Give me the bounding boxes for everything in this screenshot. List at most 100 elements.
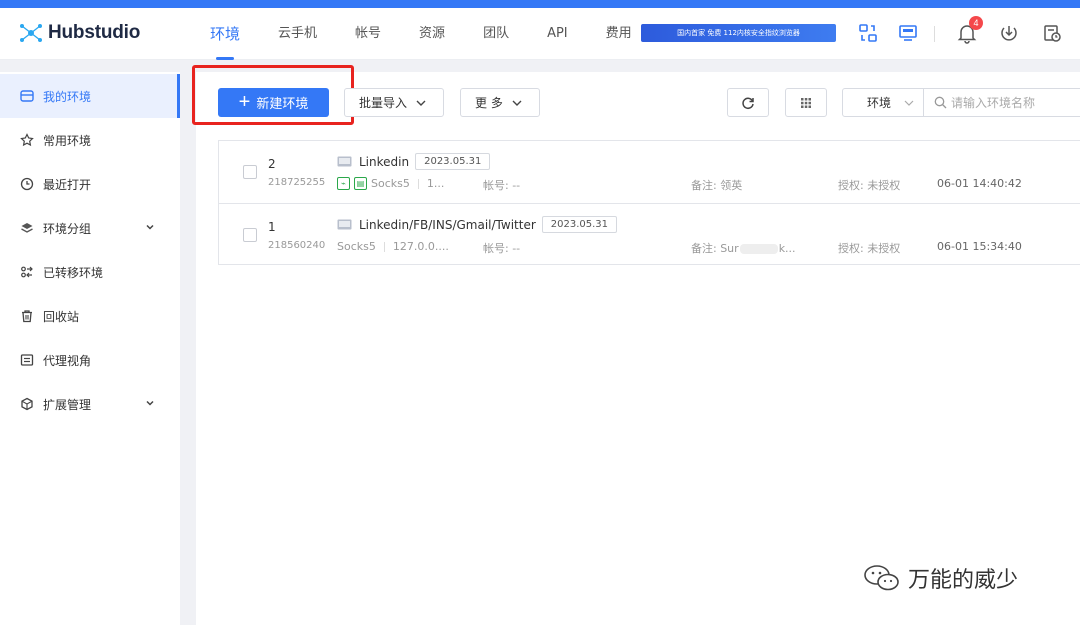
layers-icon	[21, 223, 33, 233]
grid-view-button[interactable]	[785, 88, 827, 117]
env-name-text[interactable]: Linkedin/FB/INS/Gmail/Twitter	[359, 218, 536, 232]
sidebar-item-label: 回收站	[43, 309, 80, 324]
browser-window-icon	[20, 90, 34, 102]
nav-api[interactable]: API	[547, 8, 568, 60]
refresh-button[interactable]	[727, 88, 769, 117]
date-tag: 2023.05.31	[541, 216, 618, 233]
wechat-icon	[864, 565, 899, 591]
app-header: Hubstudio 环境 云手机 帐号 资源 团队 API 费用 国内首家 免费…	[0, 8, 1080, 60]
chevron-down-icon[interactable]	[145, 398, 155, 408]
environment-list: 2 218725255 Linkedin 2023.05.31 ⌁ ▤ Sock…	[218, 140, 1080, 265]
sidebar-item-label: 我的环境	[43, 89, 92, 104]
sidebar-item-label: 扩展管理	[43, 397, 92, 412]
sidebar-item-label: 最近打开	[43, 177, 92, 192]
refresh-icon	[742, 97, 754, 109]
window-top-strip	[0, 0, 1080, 8]
row-checkbox[interactable]	[243, 228, 257, 242]
sidebar-item-groups[interactable]: 环境分组	[0, 206, 180, 250]
row-proxy: ⌁ ▤ Socks5 1...	[337, 177, 444, 190]
chevron-down-icon	[416, 100, 426, 106]
row-auth: 授权: 未授权	[838, 242, 901, 255]
schedule-icon[interactable]	[1041, 22, 1063, 44]
row-env-name: Linkedin 2023.05.31	[337, 153, 491, 170]
proxy-type: Socks5	[337, 240, 376, 253]
tag-icon: ▤	[354, 177, 367, 190]
sidebar-item-extensions[interactable]: 扩展管理	[0, 382, 180, 426]
nav-account[interactable]: 帐号	[355, 8, 381, 60]
sidebar-item-transferred[interactable]: 已转移环境	[0, 250, 180, 294]
sidebar-item-favorites[interactable]: 常用环境	[0, 118, 180, 162]
table-row[interactable]: 2 218725255 Linkedin 2023.05.31 ⌁ ▤ Sock…	[219, 141, 1080, 203]
hub-logo-icon	[20, 24, 42, 42]
plus-icon: +	[238, 90, 251, 113]
proxy-host: 1...	[426, 177, 445, 190]
clock-icon	[20, 177, 34, 191]
separator	[417, 178, 419, 189]
app-logo[interactable]: Hubstudio	[18, 22, 140, 44]
batch-import-label: 批量导入	[359, 96, 408, 110]
sidebar-item-my-environments[interactable]: 我的环境	[0, 74, 180, 118]
new-environment-button[interactable]: + 新建环境	[218, 88, 329, 117]
row-account: 帐号: --	[483, 242, 521, 255]
proxy-host: 127.0.0....	[392, 240, 449, 253]
top-nav: 环境 云手机 帐号 资源 团队 API 费用	[210, 8, 670, 60]
sidebar-item-label: 已转移环境	[43, 265, 104, 280]
row-remark: 备注: 领英	[691, 179, 743, 192]
grid-icon	[801, 97, 811, 108]
promo-banner[interactable]: 国内首家 免费 112内核安全指纹浏览器	[641, 24, 836, 42]
more-button[interactable]: 更 多	[460, 88, 540, 117]
chevron-down-icon[interactable]	[145, 222, 155, 232]
sidebar-item-trash[interactable]: 回收站	[0, 294, 180, 338]
notification-badge: 4	[969, 16, 983, 30]
row-time: 06-01 15:34:40	[937, 240, 1022, 253]
app-name: Hubstudio	[48, 22, 141, 43]
sidebar-item-label: 常用环境	[43, 133, 92, 148]
watermark-text: 万能的威少	[908, 568, 1019, 593]
sidebar-item-proxy-view[interactable]: 代理视角	[0, 338, 180, 382]
nav-environment[interactable]: 环境	[210, 8, 240, 60]
search-scope-select[interactable]: 环境	[843, 89, 924, 116]
more-label: 更 多	[475, 96, 503, 110]
nav-team[interactable]: 团队	[483, 8, 509, 60]
row-remark: 备注: Sur k...	[691, 242, 796, 255]
sidebar-item-recent[interactable]: 最近打开	[0, 162, 180, 206]
row-seq: 1	[268, 220, 276, 234]
nav-resources[interactable]: 资源	[419, 8, 445, 60]
sidebar: 我的环境 常用环境 最近打开 环境分组 已转移环境 回收站 代理视角 扩展管理	[0, 72, 180, 625]
row-env-name: Linkedin/FB/INS/Gmail/Twitter 2023.05.31	[337, 216, 618, 233]
transfer-icon	[21, 266, 33, 278]
header-divider	[934, 26, 935, 42]
remark-text: 领英	[720, 179, 743, 192]
search-input[interactable]	[951, 89, 1080, 116]
row-time: 06-01 14:40:42	[937, 177, 1022, 190]
trash-icon	[22, 310, 32, 323]
search-group: 环境	[842, 88, 1080, 117]
separator	[383, 241, 385, 252]
monitor-icon[interactable]	[897, 22, 919, 44]
switch-env-icon[interactable]	[857, 22, 879, 44]
env-name-text[interactable]: Linkedin	[359, 155, 409, 169]
link-icon: ⌁	[337, 177, 350, 190]
row-proxy: Socks5 127.0.0....	[337, 240, 449, 253]
nav-billing[interactable]: 费用	[606, 8, 632, 60]
batch-import-button[interactable]: 批量导入	[344, 88, 444, 117]
download-icon[interactable]	[998, 22, 1020, 44]
nav-cloud-phone[interactable]: 云手机	[278, 8, 317, 60]
row-account: 帐号: --	[483, 179, 521, 192]
browser-profile-icon	[337, 156, 352, 167]
extension-icon	[21, 397, 33, 411]
chevron-down-icon	[512, 100, 522, 106]
browser-profile-icon	[337, 219, 352, 230]
proxy-icon	[20, 354, 34, 366]
row-checkbox[interactable]	[243, 165, 257, 179]
proxy-type: Socks5	[371, 177, 410, 190]
wechat-watermark: 万能的威少	[862, 562, 1018, 594]
table-row[interactable]: 1 218560240 Linkedin/FB/INS/Gmail/Twitte…	[219, 203, 1080, 265]
redacted-blur	[739, 244, 778, 254]
date-tag: 2023.05.31	[415, 153, 491, 170]
row-env-id: 218560240	[268, 240, 326, 251]
chevron-down-icon	[904, 100, 914, 106]
new-environment-label: 新建环境	[256, 97, 309, 112]
row-env-id: 218725255	[268, 177, 326, 188]
sidebar-item-label: 环境分组	[43, 221, 92, 236]
